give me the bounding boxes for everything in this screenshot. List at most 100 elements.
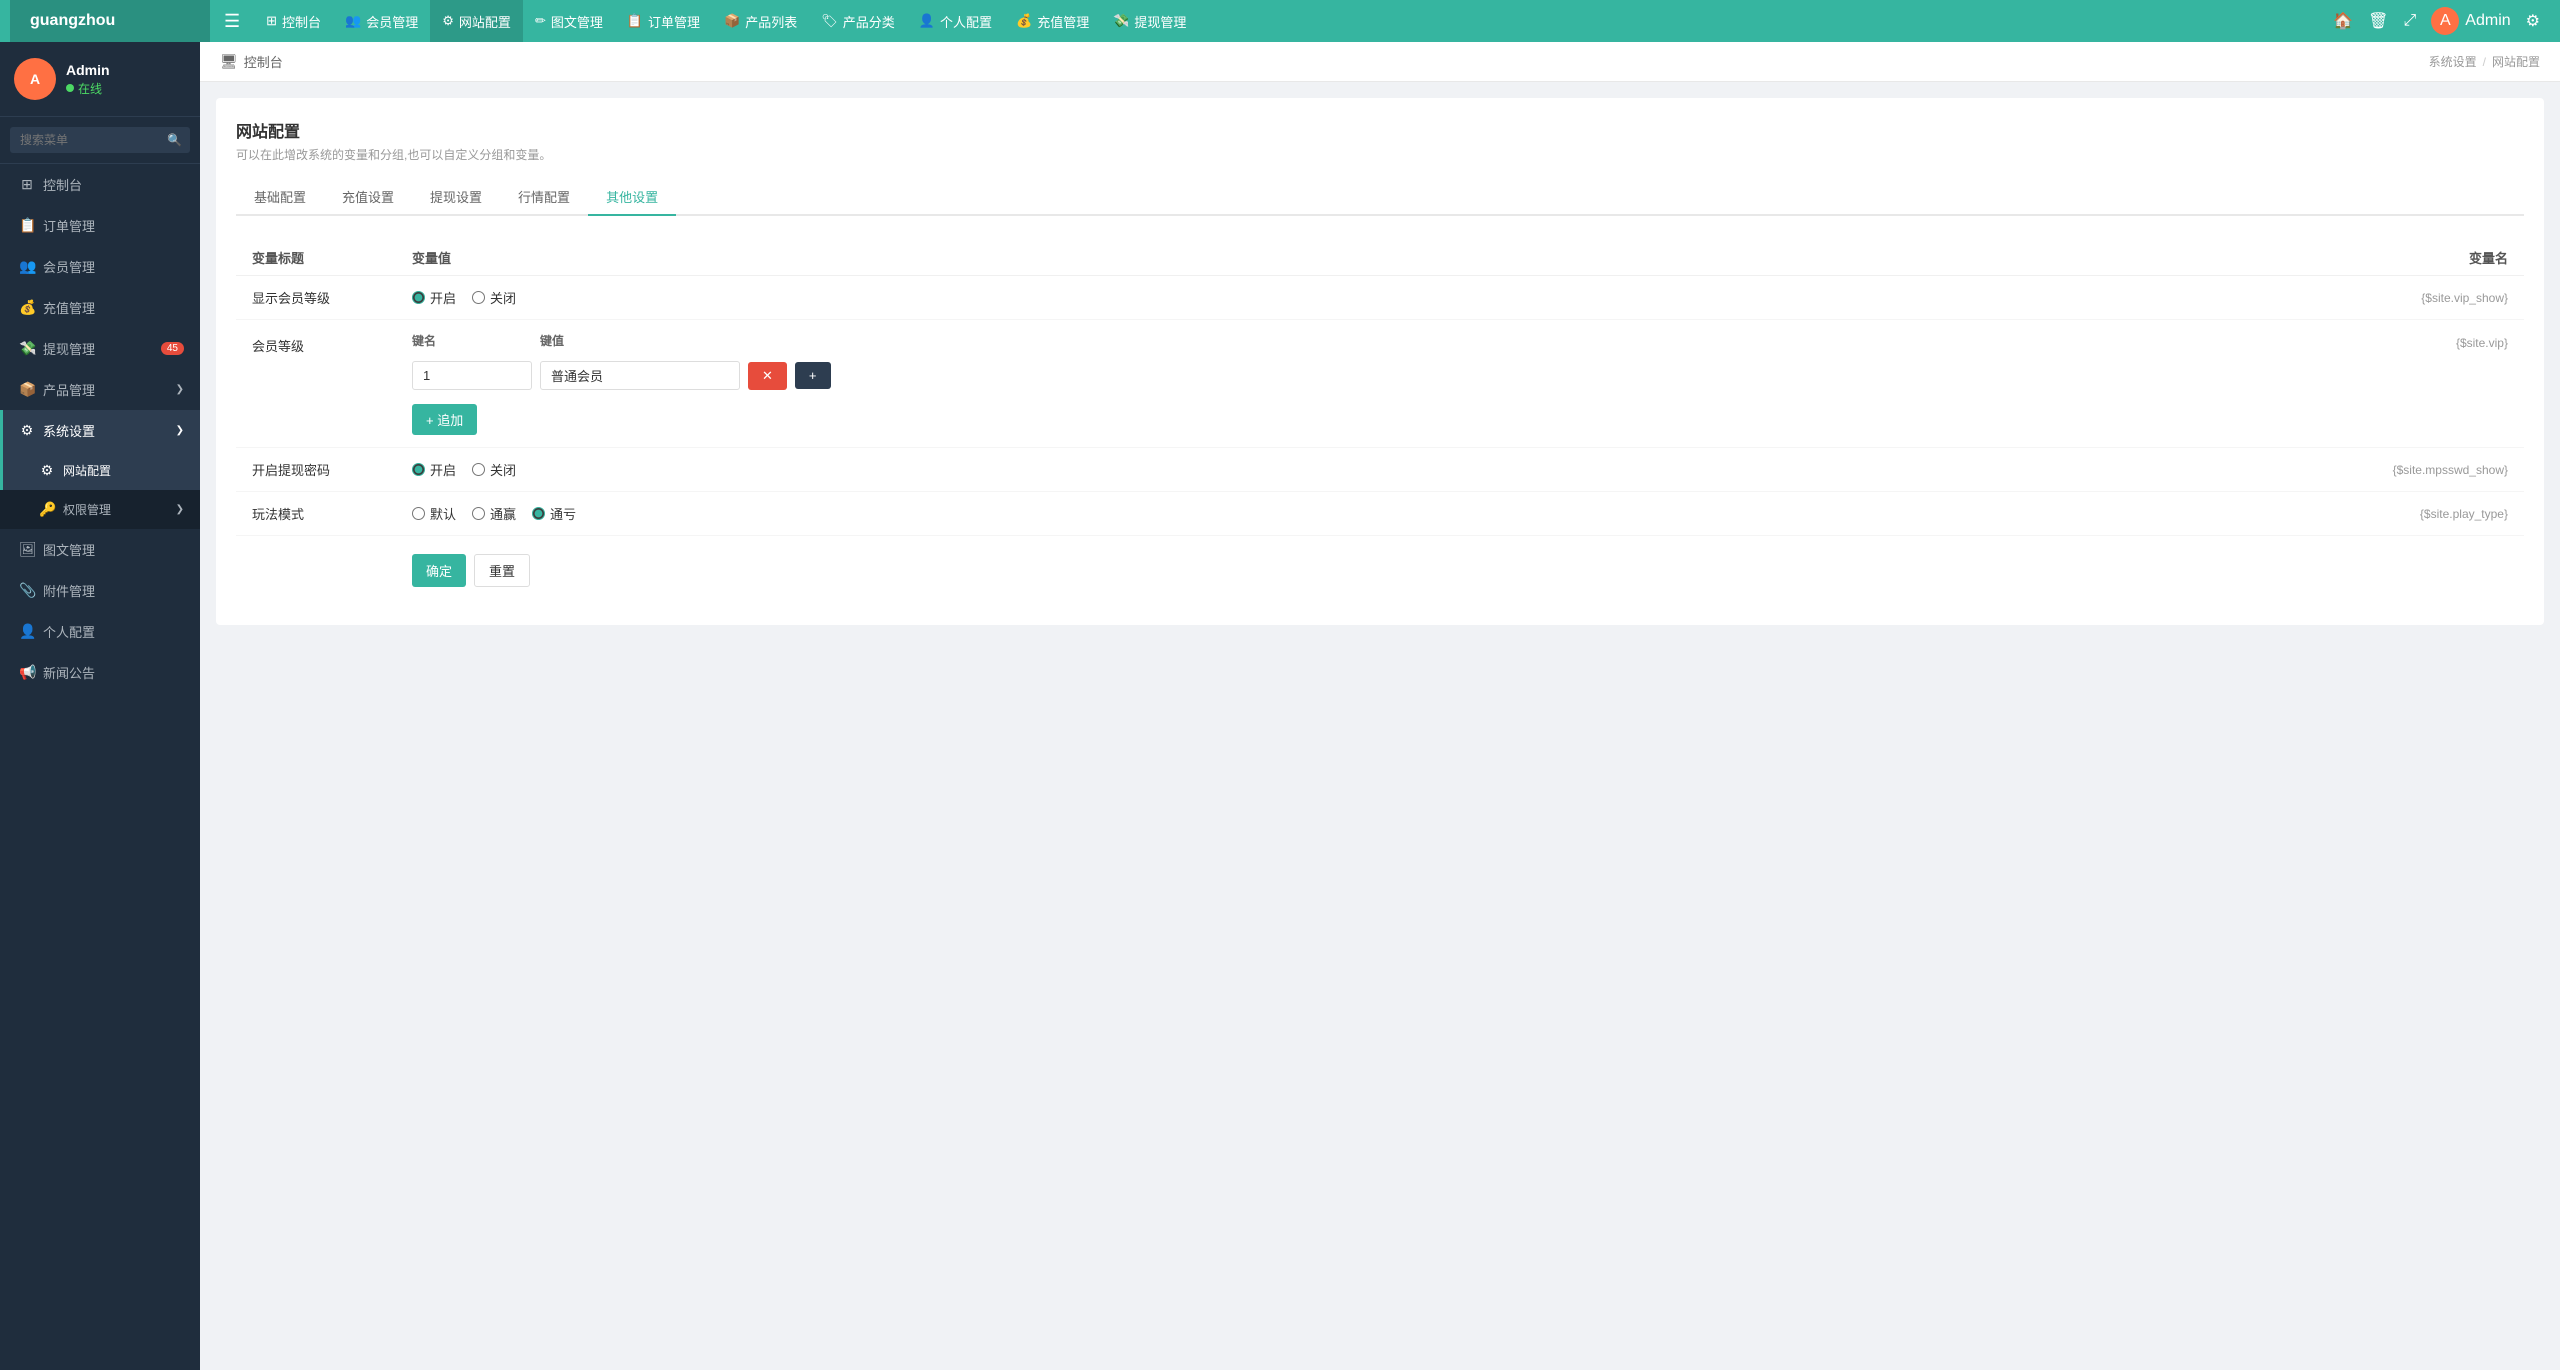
sidebar-item-withdraw[interactable]: 💸 提现管理 45 bbox=[0, 328, 200, 369]
sidebar-item-site-config[interactable]: ⚙ 网站配置 bbox=[0, 451, 200, 490]
row-label-play-type: 玩法模式 bbox=[236, 492, 396, 536]
page-description: 可以在此增改系统的变量和分组,也可以自定义分组和变量。 bbox=[236, 146, 2524, 163]
nav-item-categories[interactable]: 🏷 产品分类 bbox=[809, 0, 907, 42]
breadcrumb-link-system[interactable]: 系统设置 bbox=[2429, 53, 2477, 70]
radio-play-tongying[interactable] bbox=[472, 507, 485, 520]
add-member-level-button[interactable]: + 追加 bbox=[412, 404, 477, 435]
sidebar-item-attachments[interactable]: 📎 附件管理 bbox=[0, 570, 200, 611]
status-dot bbox=[66, 84, 74, 92]
nav-item-withdraw[interactable]: 💸 提现管理 bbox=[1101, 0, 1198, 42]
brand-logo: guangzhou bbox=[10, 0, 210, 42]
radio-vip-show-off[interactable] bbox=[472, 291, 485, 304]
personal-icon: 👤 bbox=[19, 623, 35, 640]
radio-mpsswd-off[interactable] bbox=[472, 463, 485, 476]
nav-item-orders[interactable]: 📋 订单管理 bbox=[615, 0, 712, 42]
settings-icon[interactable]: ⚙ bbox=[2526, 11, 2540, 31]
confirm-cell: 确定 重置 bbox=[396, 536, 1999, 606]
nav-item-recharge[interactable]: 💰 充值管理 bbox=[1004, 0, 1101, 42]
header-var-title: 变量标题 bbox=[236, 236, 396, 276]
radio-label-mpsswd-off[interactable]: 关闭 bbox=[472, 460, 516, 479]
dashboard-icon: ⊞ bbox=[19, 176, 35, 193]
breadcrumb-sep: / bbox=[2483, 55, 2486, 69]
radio-play-tongkui[interactable] bbox=[532, 507, 545, 520]
add-sub-member-level-button[interactable]: + bbox=[795, 362, 831, 389]
sidebar-item-recharge[interactable]: 💰 充值管理 bbox=[0, 287, 200, 328]
table-row: 会员等级 键名 键值 bbox=[236, 320, 2524, 448]
recharge-icon: 💰 bbox=[19, 299, 35, 316]
nav-item-site-config[interactable]: ⚙ 网站配置 bbox=[430, 0, 523, 42]
breadcrumb-bar: 🖥 控制台 系统设置 / 网站配置 bbox=[200, 42, 2560, 82]
sidebar-item-permissions[interactable]: 🔑 权限管理 ❯ bbox=[0, 490, 200, 529]
sidebar-user-info: Admin 在线 bbox=[66, 62, 110, 97]
sidebar-item-products[interactable]: 📦 产品管理 ❯ bbox=[0, 369, 200, 410]
tab-market[interactable]: 行情配置 bbox=[500, 179, 588, 216]
sidebar-status: 在线 bbox=[66, 80, 110, 97]
tab-withdraw[interactable]: 提现设置 bbox=[412, 179, 500, 216]
sidebar-item-announcements[interactable]: 📢 新闻公告 bbox=[0, 652, 200, 693]
media-icon: 🖼 bbox=[19, 541, 35, 558]
breadcrumb-link-site-config[interactable]: 网站配置 bbox=[2492, 53, 2540, 70]
trash-icon[interactable]: 🗑 bbox=[2368, 11, 2388, 31]
confirm-row: 确定 重置 bbox=[236, 536, 2524, 606]
table-header-row: 变量标题 变量值 变量名 bbox=[236, 236, 2524, 276]
member-value-input[interactable] bbox=[540, 361, 740, 390]
page-card: 网站配置 可以在此增改系统的变量和分组,也可以自定义分组和变量。 基础配置 充值… bbox=[216, 98, 2544, 625]
row-value-play-type: 默认 通赢 通亏 bbox=[396, 492, 1999, 536]
content-area: 🖥 控制台 系统设置 / 网站配置 网站配置 可以在此增改系统的变量和分组,也可… bbox=[200, 42, 2560, 1370]
sidebar-item-system-settings[interactable]: ⚙ 系统设置 ❯ bbox=[0, 410, 200, 451]
radio-play-default[interactable] bbox=[412, 507, 425, 520]
order-icon: 📋 bbox=[19, 217, 35, 234]
chevron-right-icon: ❯ bbox=[176, 384, 184, 395]
nav-toggle[interactable]: ☰ bbox=[210, 0, 254, 42]
member-key-input[interactable] bbox=[412, 361, 532, 390]
expand-icon[interactable]: ⤢ bbox=[2403, 12, 2416, 30]
sidebar-item-orders[interactable]: 📋 订单管理 bbox=[0, 205, 200, 246]
sidebar-search: 🔍 bbox=[0, 117, 200, 164]
nav-item-dashboard[interactable]: ⊞ 控制台 bbox=[254, 0, 333, 42]
delete-member-level-button[interactable]: ✕ bbox=[748, 362, 787, 390]
radio-vip-show-on[interactable] bbox=[412, 291, 425, 304]
search-input[interactable] bbox=[10, 127, 190, 153]
home-icon[interactable]: 🏠 bbox=[2333, 11, 2353, 31]
tab-recharge[interactable]: 充值设置 bbox=[324, 179, 412, 216]
sidebar-item-members[interactable]: 👥 会员管理 bbox=[0, 246, 200, 287]
tab-basic[interactable]: 基础配置 bbox=[236, 179, 324, 216]
system-icon: ⚙ bbox=[19, 422, 35, 439]
products-icon: 📦 bbox=[19, 381, 35, 398]
table-row: 开启提现密码 开启 关闭 bbox=[236, 448, 2524, 492]
sidebar-username: Admin bbox=[66, 62, 110, 78]
nav-right: 🏠 🗑 ⤢ A Admin ⚙ bbox=[2333, 7, 2550, 35]
row-value-mpsswd: 开启 关闭 bbox=[396, 448, 1999, 492]
sidebar-item-dashboard[interactable]: ⊞ 控制台 bbox=[0, 164, 200, 205]
radio-mpsswd-on[interactable] bbox=[412, 463, 425, 476]
reset-button[interactable]: 重置 bbox=[474, 554, 530, 587]
radio-label-tongying[interactable]: 通赢 bbox=[472, 504, 516, 523]
avatar: A bbox=[2431, 7, 2459, 35]
radio-label-mpsswd-on[interactable]: 开启 bbox=[412, 460, 456, 479]
nav-item-products[interactable]: 📦 产品列表 bbox=[712, 0, 809, 42]
row-label-mpsswd: 开启提现密码 bbox=[236, 448, 396, 492]
table-row: 玩法模式 默认 通赢 bbox=[236, 492, 2524, 536]
radio-label-default[interactable]: 默认 bbox=[412, 504, 456, 523]
table-row: 显示会员等级 开启 关闭 bbox=[236, 276, 2524, 320]
row-label-vip: 会员等级 bbox=[236, 320, 396, 448]
top-nav: guangzhou ☰ ⊞ 控制台 👥 会员管理 ⚙ 网站配置 ✏ 图文管理 📋… bbox=[0, 0, 2560, 42]
radio-group-mpsswd: 开启 关闭 bbox=[412, 460, 1983, 479]
tabs: 基础配置 充值设置 提现设置 行情配置 其他设置 bbox=[236, 179, 2524, 216]
radio-label-off[interactable]: 关闭 bbox=[472, 288, 516, 307]
radio-label-on[interactable]: 开启 bbox=[412, 288, 456, 307]
sidebar-item-media[interactable]: 🖼 图文管理 bbox=[0, 529, 200, 570]
page-title: 网站配置 bbox=[236, 118, 2524, 142]
header-var-value: 变量值 bbox=[396, 236, 1999, 276]
nav-item-members[interactable]: 👥 会员管理 bbox=[333, 0, 430, 42]
chevron-right-icon: ❯ bbox=[176, 504, 184, 515]
sidebar-item-personal[interactable]: 👤 个人配置 bbox=[0, 611, 200, 652]
main-layout: A Admin 在线 🔍 ⊞ 控制台 📋 订单管 bbox=[0, 42, 2560, 1370]
confirm-button[interactable]: 确定 bbox=[412, 554, 466, 587]
radio-label-tongkui[interactable]: 通亏 bbox=[532, 504, 576, 523]
member-level-row: ✕ + bbox=[412, 361, 1983, 390]
tab-other[interactable]: 其他设置 bbox=[588, 179, 676, 216]
nav-item-personal[interactable]: 👤 个人配置 bbox=[907, 0, 1004, 42]
attachment-icon: 📎 bbox=[19, 582, 35, 599]
nav-item-media[interactable]: ✏ 图文管理 bbox=[523, 0, 615, 42]
